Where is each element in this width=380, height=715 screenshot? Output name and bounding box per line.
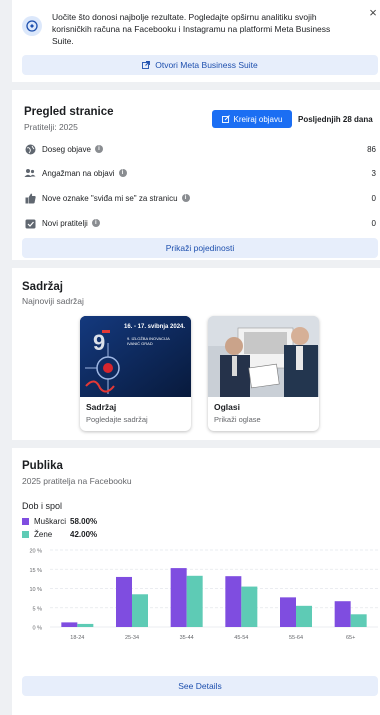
x-tick-label: 55-64 xyxy=(289,635,303,641)
external-link-icon xyxy=(142,61,151,69)
audience-title: Publika xyxy=(22,460,63,472)
show-details-label: Prikaži pojedinosti xyxy=(165,243,235,253)
show-details-button[interactable]: Prikaži pojedinosti xyxy=(22,238,378,258)
metric-value: 0 xyxy=(371,193,376,203)
metric-row: Novi pratitelji i 0 xyxy=(24,216,376,230)
content-subtitle: Najnoviji sadržaj xyxy=(22,296,84,306)
x-tick-label: 45-54 xyxy=(234,635,248,641)
tile-subtitle: Prikaži oglase xyxy=(214,415,261,424)
create-post-label: Kreiraj objavu xyxy=(233,114,283,124)
meta-business-banner: Uočite što donosi najbolje rezultate. Po… xyxy=(12,0,380,82)
open-meta-business-suite-button[interactable]: Otvori Meta Business Suite xyxy=(22,55,378,75)
bar-women xyxy=(296,605,312,627)
audience-card: Publika 2025 pratitelja na Facebooku Dob… xyxy=(12,448,380,715)
overview-title: Pregled stranice xyxy=(24,106,114,118)
bar-women xyxy=(132,594,148,627)
legend-swatch xyxy=(22,531,29,538)
bar-men xyxy=(170,568,187,627)
edit-icon xyxy=(221,115,230,123)
ads-thumbnail xyxy=(208,316,319,397)
info-icon[interactable]: i xyxy=(94,145,103,153)
metric-label: Doseg objave xyxy=(42,144,91,154)
metric-row: Nove oznake "sviđa mi se" za stranicu i … xyxy=(24,191,376,205)
close-icon[interactable]: × xyxy=(366,6,380,20)
legend-label: Žene xyxy=(34,530,53,539)
svg-text:9: 9 xyxy=(93,330,105,355)
thumbs-up-icon xyxy=(24,192,36,204)
info-icon[interactable]: i xyxy=(91,219,100,227)
open-meta-business-suite-label: Otvori Meta Business Suite xyxy=(155,60,258,70)
metric-value: 3 xyxy=(371,168,376,178)
page-overview-card: Pregled stranice Pratitelji: 2025 Kreira… xyxy=(12,90,380,260)
age-gender-heading: Dob i spol xyxy=(22,501,63,511)
metric-label: Angažman na objavi xyxy=(42,168,115,178)
content-tile[interactable]: 9 16. - 17. svibnja 2024. 9. IZLOŽBA INO… xyxy=(80,316,191,431)
legend-item: Muškarci 58.00% xyxy=(22,517,97,526)
metric-row: Angažman na objavi i 3 xyxy=(24,166,376,180)
legend-label: Muškarci xyxy=(34,517,67,526)
people-icon xyxy=(24,167,36,179)
info-icon[interactable]: i xyxy=(181,194,190,202)
audience-subtitle: 2025 pratitelja na Facebooku xyxy=(22,476,132,486)
banner-text: Uočite što donosi najbolje rezultate. Po… xyxy=(52,12,331,46)
legend-value: 42.00% xyxy=(70,530,98,539)
ads-tile[interactable]: Oglasi Prikaži oglase xyxy=(208,316,319,431)
overview-subtitle: Pratitelji: 2025 xyxy=(24,122,78,132)
see-details-button[interactable]: See Details xyxy=(22,676,378,696)
tile-subtitle: Pogledajte sadržaj xyxy=(86,415,148,424)
content-card: Sadržaj Najnoviji sadržaj 9 16. - 17. sv… xyxy=(12,268,380,440)
metric-label: Nove oznake "sviđa mi se" za stranicu xyxy=(42,193,178,203)
y-tick-label: 20 % xyxy=(29,549,42,555)
bar-men xyxy=(116,576,132,627)
poster-date: 16. - 17. svibnja 2024. xyxy=(124,324,186,330)
bar-women xyxy=(350,614,367,627)
tile-title: Sadržaj xyxy=(86,402,117,412)
bar-men xyxy=(280,597,296,627)
metric-label: Novi pratitelji xyxy=(42,218,88,228)
metric-row: Doseg objave i 86 xyxy=(24,142,376,156)
content-thumbnail: 9 16. - 17. svibnja 2024. 9. IZLOŽBA INO… xyxy=(80,316,191,397)
metric-value: 0 xyxy=(371,218,376,228)
period-label: Posljednjih 28 dana xyxy=(298,115,373,124)
y-tick-label: 15 % xyxy=(29,568,42,574)
info-icon[interactable]: i xyxy=(118,169,127,177)
x-tick-label: 18-24 xyxy=(70,635,84,641)
y-tick-label: 5 % xyxy=(33,606,43,612)
y-tick-label: 10 % xyxy=(29,587,42,593)
bar-men xyxy=(61,622,78,627)
globe-icon xyxy=(24,143,36,155)
poster-line-2: IVANIĆ GRAD xyxy=(127,341,153,346)
x-tick-label: 65+ xyxy=(346,635,355,641)
metric-value: 86 xyxy=(367,144,376,154)
x-tick-label: 35-44 xyxy=(180,635,194,641)
bar-men xyxy=(225,576,242,627)
create-post-button[interactable]: Kreiraj objavu xyxy=(212,110,292,128)
legend-item: Žene 42.00% xyxy=(22,530,97,539)
y-tick-label: 0 % xyxy=(33,626,43,632)
bar-women xyxy=(186,575,203,627)
calendar-icon xyxy=(24,217,36,229)
bar-men xyxy=(334,601,351,627)
bar-women xyxy=(77,623,94,627)
meta-logo-icon xyxy=(22,16,42,36)
see-details-label: See Details xyxy=(178,681,222,691)
bar-women xyxy=(241,586,258,627)
x-tick-label: 25-34 xyxy=(125,635,139,641)
tile-title: Oglasi xyxy=(214,402,240,412)
legend-value: 58.00% xyxy=(70,517,98,526)
content-title: Sadržaj xyxy=(22,281,63,293)
legend-swatch xyxy=(22,518,29,525)
age-gender-chart: 0 % 5 % 10 % 15 % 20 % 18-24 25-34 35-44 45-54 55… xyxy=(29,549,378,641)
